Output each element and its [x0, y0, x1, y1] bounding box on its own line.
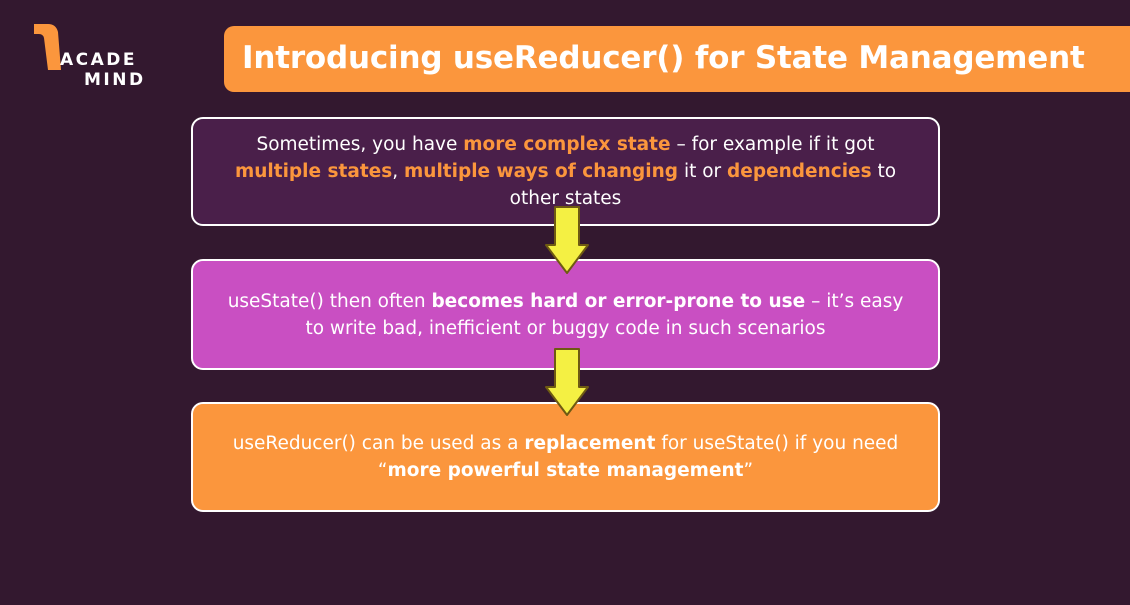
usestate-problem-text: useState() then often becomes hard or er…	[217, 288, 914, 342]
academind-logo: ACADE MIND	[34, 24, 154, 94]
highlight-multiple-ways: multiple ways of changing	[404, 161, 679, 182]
text-segment: ”	[743, 460, 754, 481]
usereducer-solution-text: useReducer() can be used as a replacemen…	[233, 430, 899, 484]
highlight-multiple-states: multiple states	[234, 161, 393, 182]
text-segment: useReducer() can be used as a	[232, 433, 525, 454]
logo-text-line1: ACADE	[60, 50, 138, 70]
highlight-dependencies: dependencies	[727, 161, 872, 182]
text-segment: it or	[678, 161, 728, 182]
highlight-more-complex-state: more complex state	[463, 134, 671, 155]
text-segment: for useState() if you need	[655, 433, 899, 454]
bold-more-powerful: more powerful state management	[387, 460, 744, 481]
down-arrow-icon	[545, 348, 589, 416]
usereducer-solution-box: useReducer() can be used as a replacemen…	[191, 402, 940, 512]
down-arrow-icon	[545, 206, 589, 274]
bold-replacement: replacement	[524, 433, 656, 454]
title-banner: Introducing useReducer() for State Manag…	[224, 26, 1130, 92]
bold-hard-error-prone: becomes hard or error-prone to use	[431, 290, 806, 312]
slide-title: Introducing useReducer() for State Manag…	[242, 40, 1085, 76]
text-segment: ,	[392, 161, 404, 182]
logo-text-line2: MIND	[84, 70, 146, 90]
text-segment: – for example if it got	[670, 134, 875, 155]
text-segment: useState() then often	[227, 290, 432, 312]
text-segment: Sometimes, you have	[256, 134, 464, 155]
complex-state-text: Sometimes, you have more complex state –…	[217, 131, 914, 212]
